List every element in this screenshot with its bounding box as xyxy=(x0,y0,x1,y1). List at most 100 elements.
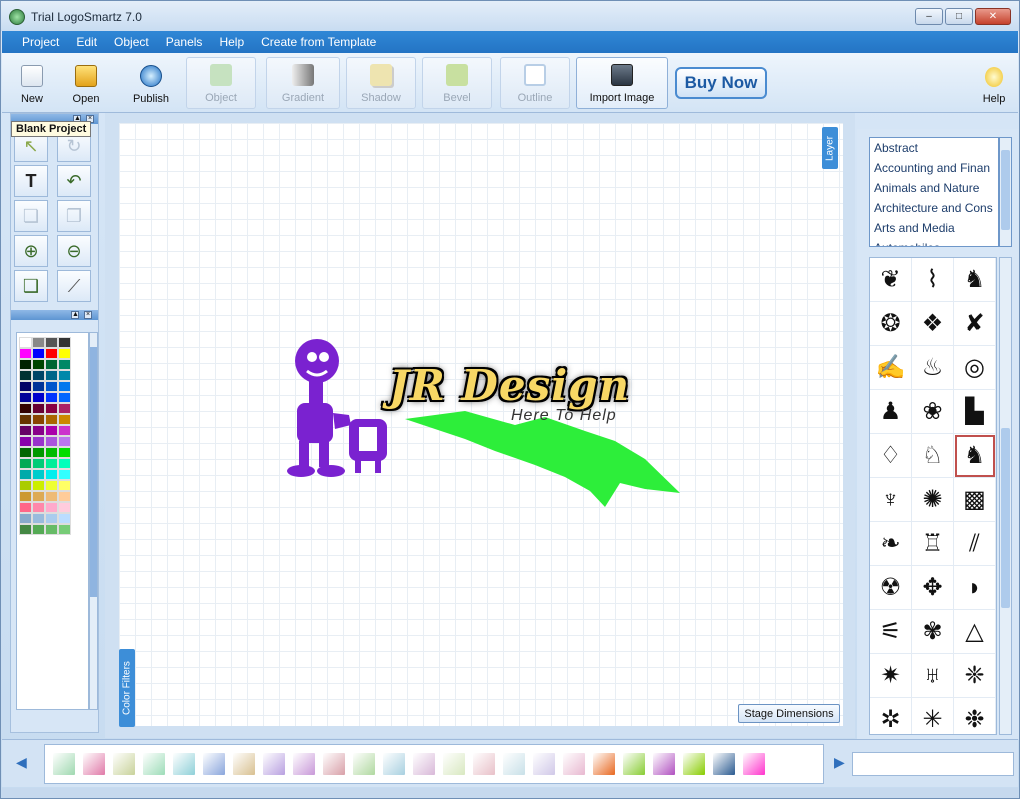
color-swatch[interactable] xyxy=(19,337,32,348)
symbol-scrollbar[interactable] xyxy=(999,257,1012,735)
color-swatch[interactable] xyxy=(19,392,32,403)
color-swatch[interactable] xyxy=(19,414,32,425)
color-swatch[interactable] xyxy=(32,414,45,425)
gradient-swatch[interactable] xyxy=(683,753,705,775)
color-swatch[interactable] xyxy=(45,370,58,381)
color-swatch[interactable] xyxy=(45,381,58,392)
color-swatch[interactable] xyxy=(45,491,58,502)
symbol-item[interactable]: ✺ xyxy=(912,478,954,522)
color-swatch[interactable] xyxy=(32,348,45,359)
color-swatch[interactable] xyxy=(19,447,32,458)
palette-close-icon[interactable]: × xyxy=(84,311,92,319)
color-swatch[interactable] xyxy=(58,425,71,436)
color-swatch[interactable] xyxy=(45,524,58,535)
symbol-item[interactable]: ⚟ xyxy=(870,610,912,654)
color-swatch[interactable] xyxy=(32,469,45,480)
color-swatch[interactable] xyxy=(19,469,32,480)
color-swatch[interactable] xyxy=(58,491,71,502)
color-swatch[interactable] xyxy=(32,337,45,348)
color-swatch[interactable] xyxy=(19,491,32,502)
symbol-item[interactable]: ♘ xyxy=(912,434,954,478)
color-swatch[interactable] xyxy=(32,381,45,392)
gradient-swatch[interactable] xyxy=(173,753,195,775)
object-button[interactable]: Object xyxy=(186,57,256,109)
color-swatch[interactable] xyxy=(58,359,71,370)
scroll-left-arrow-icon[interactable]: ◀ xyxy=(16,754,27,771)
symbol-item[interactable]: ▙ xyxy=(954,390,996,434)
color-swatch[interactable] xyxy=(32,425,45,436)
symbol-item[interactable]: ◗ xyxy=(954,566,996,610)
color-swatch[interactable] xyxy=(45,513,58,524)
color-swatch[interactable] xyxy=(58,403,71,414)
symbol-item[interactable]: ⌇ xyxy=(912,258,954,302)
stage-dimensions-button[interactable]: Stage Dimensions xyxy=(738,704,840,723)
gradient-button[interactable]: Gradient xyxy=(266,57,340,109)
cartoon-figure-graphic[interactable] xyxy=(279,333,399,483)
help-button[interactable]: Help xyxy=(972,57,1016,109)
color-swatch[interactable] xyxy=(19,513,32,524)
copy-tool[interactable]: ❏ xyxy=(14,200,48,232)
paste-tool[interactable]: ❐ xyxy=(57,200,91,232)
color-swatch[interactable] xyxy=(45,425,58,436)
color-swatch[interactable] xyxy=(32,370,45,381)
category-item[interactable]: Animals and Nature xyxy=(870,178,998,198)
gradient-swatch[interactable] xyxy=(563,753,585,775)
color-swatch[interactable] xyxy=(19,425,32,436)
undo-tool[interactable]: ↶ xyxy=(57,165,91,197)
gradient-swatch[interactable] xyxy=(323,753,345,775)
color-swatch[interactable] xyxy=(45,348,58,359)
color-swatch[interactable] xyxy=(58,513,71,524)
color-swatch[interactable] xyxy=(58,414,71,425)
symbol-item[interactable]: ❧ xyxy=(870,522,912,566)
color-swatch[interactable] xyxy=(19,359,32,370)
maximize-button[interactable]: □ xyxy=(945,8,973,25)
color-swatch[interactable] xyxy=(19,524,32,535)
gradient-swatch[interactable] xyxy=(113,753,135,775)
color-swatch[interactable] xyxy=(45,359,58,370)
symbol-item[interactable]: ♅ xyxy=(912,654,954,698)
color-swatch[interactable] xyxy=(32,491,45,502)
color-swatch[interactable] xyxy=(58,502,71,513)
symbol-item[interactable]: ❈ xyxy=(954,654,996,698)
color-swatch[interactable] xyxy=(58,447,71,458)
palette-minimize-icon[interactable]: ▲ xyxy=(71,311,79,319)
symbol-item[interactable]: ❀ xyxy=(912,390,954,434)
color-swatch[interactable] xyxy=(19,436,32,447)
scroll-right-arrow-icon[interactable]: ▶ xyxy=(834,754,845,771)
color-swatch[interactable] xyxy=(58,458,71,469)
gradient-swatch[interactable] xyxy=(473,753,495,775)
color-swatch[interactable] xyxy=(58,480,71,491)
minimize-button[interactable]: – xyxy=(915,8,943,25)
symbol-item[interactable]: ❂ xyxy=(870,302,912,346)
category-item[interactable]: Arts and Media xyxy=(870,218,998,238)
color-swatch[interactable] xyxy=(58,524,71,535)
color-swatch[interactable] xyxy=(45,337,58,348)
duplicate-tool[interactable]: ❑ xyxy=(14,270,48,302)
color-swatch[interactable] xyxy=(19,480,32,491)
category-scrollbar[interactable] xyxy=(999,137,1012,247)
gradient-swatch[interactable] xyxy=(383,753,405,775)
color-swatch[interactable] xyxy=(58,392,71,403)
symbol-item[interactable]: ✘ xyxy=(954,302,996,346)
palette-scrollbar[interactable] xyxy=(89,332,98,710)
symbol-item[interactable]: ♞ xyxy=(954,434,996,478)
category-scroll-thumb[interactable] xyxy=(1001,150,1010,230)
text-tool[interactable]: T xyxy=(14,165,48,197)
gradient-swatch[interactable] xyxy=(743,753,765,775)
publish-button[interactable]: Publish xyxy=(124,57,178,109)
color-swatch[interactable] xyxy=(45,458,58,469)
gradient-swatch[interactable] xyxy=(623,753,645,775)
gradient-swatch[interactable] xyxy=(143,753,165,775)
color-swatch[interactable] xyxy=(58,348,71,359)
symbol-item[interactable]: ♞ xyxy=(954,258,996,302)
color-swatch[interactable] xyxy=(32,447,45,458)
layer-tab[interactable]: Layer xyxy=(822,127,838,169)
shadow-button[interactable]: Shadow xyxy=(346,57,416,109)
gradient-swatch[interactable] xyxy=(713,753,735,775)
color-swatch[interactable] xyxy=(32,403,45,414)
symbol-item[interactable]: ♨ xyxy=(912,346,954,390)
menu-object[interactable]: Object xyxy=(114,35,149,49)
category-item[interactable]: Architecture and Cons xyxy=(870,198,998,218)
color-swatch[interactable] xyxy=(32,513,45,524)
color-swatch[interactable] xyxy=(19,403,32,414)
